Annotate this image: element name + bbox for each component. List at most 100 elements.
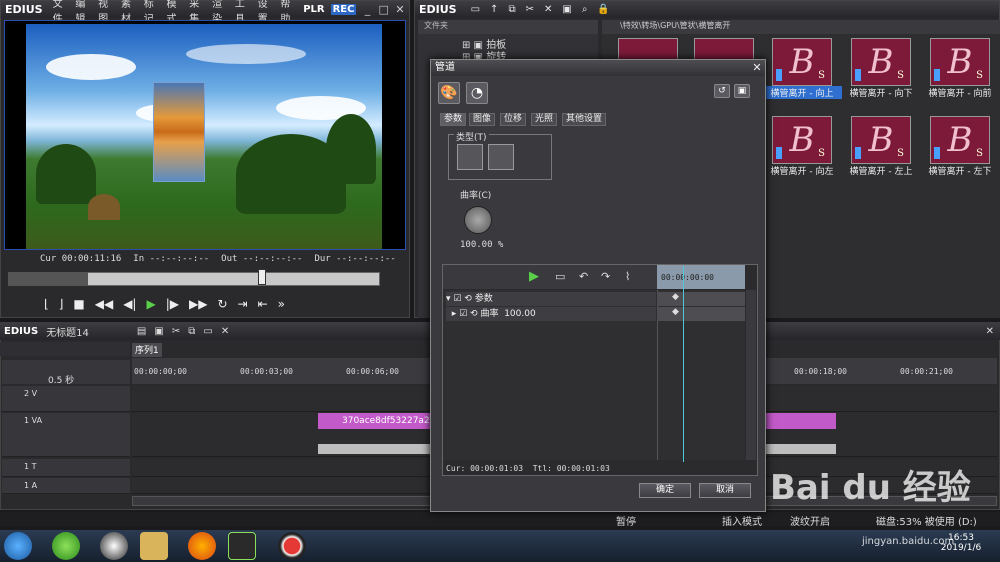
effect-thumbnail[interactable] xyxy=(694,38,754,60)
copy-icon[interactable]: ⧉ xyxy=(188,326,195,337)
status-ripple: 波纹开启 xyxy=(790,517,830,528)
track-header-2v[interactable]: 2 V xyxy=(2,386,130,412)
kf-monitor-icon[interactable]: ▭ xyxy=(555,270,565,283)
status-bar: 暂停 插入模式 波纹开启 磁盘:53% 被使用 (D:) xyxy=(0,512,1000,528)
close-timeline-icon[interactable]: ✕ xyxy=(986,326,994,337)
set-out-icon[interactable]: ⌋ xyxy=(59,297,64,311)
thumb-label: 横管离开 - 向左 xyxy=(770,167,834,177)
keyframe-ruler[interactable]: 00:00:00:00 xyxy=(657,265,745,289)
keyframe-scrollbar[interactable] xyxy=(746,290,756,460)
step-forward-icon[interactable]: |▶ xyxy=(166,297,179,311)
delete-icon[interactable]: ✕ xyxy=(544,4,552,15)
tab-image[interactable]: 图像 xyxy=(469,113,496,126)
horizontal-pipe-button[interactable] xyxy=(457,144,483,170)
tab-sequence1[interactable]: 序列1 xyxy=(132,343,162,357)
qq-icon[interactable] xyxy=(100,532,128,560)
effect-thumbnail[interactable]: BS xyxy=(930,116,990,164)
insert-icon[interactable]: ⇥ xyxy=(238,297,248,311)
video-clip[interactable]: 370ace8df53227a204 xyxy=(318,413,441,429)
kf-play-icon[interactable]: ▶ xyxy=(529,269,539,284)
search-icon[interactable]: ⌕ xyxy=(582,4,588,15)
baidu-watermark: Bai du 经验 xyxy=(770,468,971,508)
properties-icon[interactable]: ▣ xyxy=(562,4,571,15)
stop-icon[interactable]: ■ xyxy=(73,297,84,311)
play-icon[interactable]: ▶ xyxy=(146,297,155,311)
ok-button[interactable]: 确定 xyxy=(639,483,691,498)
kf-row-curvature[interactable]: ▸ ☑ ⟲ 曲率 100.00 xyxy=(446,307,656,321)
cut-tool-icon[interactable]: ✂ xyxy=(172,326,180,337)
cancel-button[interactable]: 取消 xyxy=(699,483,751,498)
dialog-close-icon[interactable]: ✕ xyxy=(750,61,764,75)
thumb-label: 横管离开 - 向上 xyxy=(762,86,842,99)
keyframe-diamond-icon[interactable]: ◆ xyxy=(672,307,679,317)
render-icon[interactable]: ▣ xyxy=(154,326,163,337)
kf-row-params[interactable]: ▾ ☑ ⟲ 参数 xyxy=(446,292,656,306)
player-titlebar: EDIUS 文件 编辑 视图 素材 标记 模式 采集 渲染 工具 设置 帮助 P… xyxy=(1,0,409,25)
out-label: Out xyxy=(221,254,238,264)
loop-icon[interactable]: ↻ xyxy=(217,297,227,311)
effect-thumbnail[interactable] xyxy=(618,38,678,60)
keyframe-cursor[interactable] xyxy=(683,266,684,462)
keyframe-diamond-icon[interactable]: ◆ xyxy=(672,292,679,302)
effect-thumbnail[interactable]: BS xyxy=(851,116,911,164)
scrub-bar-inactive xyxy=(8,272,88,286)
kf-redo-icon[interactable]: ↷ xyxy=(601,270,610,283)
track-header-1t[interactable]: 1 T xyxy=(2,459,130,477)
tab-other-settings[interactable]: 其他设置 xyxy=(562,113,607,126)
minimize-icon[interactable]: _ xyxy=(362,3,372,16)
effect-thumbnail[interactable]: BS xyxy=(772,38,832,86)
kf-curvature-value[interactable]: 100.00 xyxy=(504,309,536,319)
zoom-control[interactable]: 0.5 秒 xyxy=(2,360,130,386)
preset-icon[interactable]: ▣ xyxy=(734,84,750,98)
kf-graph-icon[interactable]: ⌇ xyxy=(625,270,630,283)
effect-thumbnail[interactable]: BS xyxy=(930,38,990,86)
tab-lighting[interactable]: 光照 xyxy=(531,113,558,126)
timecode-bar: Cur 00:00:11:16 In --:--:--:-- Out --:--… xyxy=(4,251,406,267)
track-header-1a[interactable]: 1 A xyxy=(2,478,130,494)
in-label: In xyxy=(133,254,145,264)
rec-toggle[interactable]: REC xyxy=(330,4,357,15)
edius-icon[interactable] xyxy=(228,532,256,560)
paste-icon[interactable]: ▭ xyxy=(203,326,212,337)
rewind-icon[interactable]: ◀◀ xyxy=(95,297,113,311)
ruler-tick: 00:00:18;00 xyxy=(794,367,847,376)
tab-params[interactable]: 参数 xyxy=(440,113,467,126)
fast-forward-icon[interactable]: ▶▶ xyxy=(189,297,207,311)
firefox-icon[interactable] xyxy=(188,532,216,560)
set-in-icon[interactable]: ⌊ xyxy=(44,297,49,311)
overwrite-icon[interactable]: ⇤ xyxy=(258,297,268,311)
kf-row-bg xyxy=(657,292,745,306)
cut-icon[interactable]: ✂ xyxy=(526,4,534,15)
up-folder-icon[interactable]: ↑ xyxy=(490,4,498,15)
effect-thumbnail[interactable]: BS xyxy=(772,116,832,164)
maximize-icon[interactable]: □ xyxy=(379,3,389,16)
thumb-label: 横管离开 - 向下 xyxy=(849,89,913,99)
ruler-tick: 00:00:06;00 xyxy=(346,367,399,376)
scrub-handle[interactable] xyxy=(258,269,266,285)
palette-icon[interactable]: 🎨 xyxy=(438,82,460,104)
tab-position[interactable]: 位移 xyxy=(500,113,527,126)
effect-thumbnail[interactable]: BS xyxy=(851,38,911,86)
curvature-value[interactable]: 100.00 % xyxy=(460,240,503,250)
close-icon[interactable]: ✕ xyxy=(395,3,405,16)
lock-icon[interactable]: 🔒 xyxy=(597,4,609,15)
kf-undo-icon[interactable]: ↶ xyxy=(579,270,588,283)
start-button-icon[interactable] xyxy=(4,532,32,560)
record-icon[interactable] xyxy=(278,532,306,560)
save-icon[interactable]: ▤ xyxy=(137,326,146,337)
track-header-1va[interactable]: 1 VA xyxy=(2,413,130,457)
more-icon[interactable]: » xyxy=(278,297,285,311)
add-clip-icon[interactable]: ⧉ xyxy=(508,4,515,15)
curvature-knob[interactable] xyxy=(464,206,492,234)
stopwatch-icon[interactable]: ◔ xyxy=(466,82,488,104)
vertical-pipe-button[interactable] xyxy=(488,144,514,170)
video-clip-end[interactable] xyxy=(764,413,836,429)
step-back-icon[interactable]: ◀| xyxy=(123,297,136,311)
delete-tool-icon[interactable]: ✕ xyxy=(221,326,229,337)
reset-icon[interactable]: ↺ xyxy=(714,84,730,98)
status-pause: 暂停 xyxy=(616,517,636,528)
plr-toggle[interactable]: PLR xyxy=(303,4,324,15)
app-green-icon[interactable] xyxy=(52,532,80,560)
folder-icon[interactable]: ▭ xyxy=(471,4,480,15)
file-explorer-icon[interactable] xyxy=(140,532,168,560)
